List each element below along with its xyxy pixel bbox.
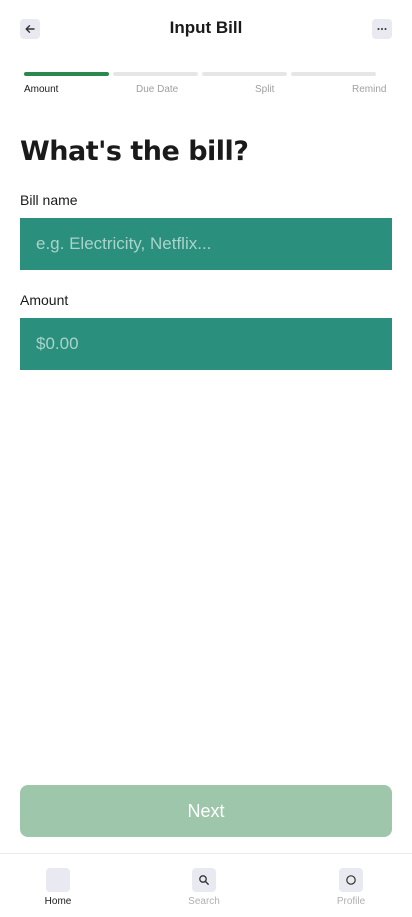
step-bar-split	[202, 72, 287, 76]
bill-name-label: Bill name	[20, 192, 78, 208]
tab-search[interactable]: Search	[164, 868, 244, 907]
step-label-remind: Remind	[352, 84, 387, 95]
more-options-button[interactable]	[372, 19, 392, 39]
bill-name-input[interactable]	[20, 218, 392, 270]
step-bar-amount	[24, 72, 109, 76]
tab-profile[interactable]: Profile	[311, 868, 391, 907]
page-title: Input Bill	[169, 18, 243, 37]
home-icon	[46, 868, 70, 892]
tab-home[interactable]: Home	[18, 868, 98, 907]
profile-icon	[339, 868, 363, 892]
tab-profile-label: Profile	[336, 896, 366, 907]
amount-label: Amount	[20, 292, 69, 308]
tab-home-label: Home	[44, 896, 72, 907]
tab-search-label: Search	[188, 896, 220, 907]
search-icon	[192, 868, 216, 892]
bottom-tab-bar: Home Search Profile	[0, 853, 412, 917]
amount-input[interactable]	[20, 318, 392, 370]
progress-stepper: Amount Due Date Split Remind	[24, 72, 388, 95]
step-label-due-date: Due Date	[136, 84, 179, 95]
ellipsis-icon	[377, 28, 387, 30]
form-heading: What's the bill?	[20, 136, 249, 167]
step-bar-remind	[291, 72, 376, 76]
app-header: Input Bill	[0, 0, 412, 58]
next-button[interactable]: Next	[20, 785, 392, 837]
step-bar-due-date	[113, 72, 198, 76]
step-label-amount: Amount	[24, 84, 59, 95]
step-label-split: Split	[255, 84, 275, 95]
